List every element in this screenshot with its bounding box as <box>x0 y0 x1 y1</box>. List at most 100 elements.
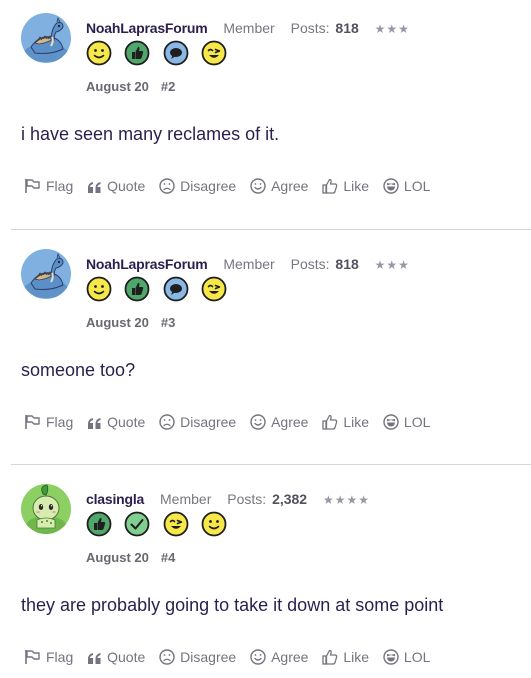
agree-button[interactable]: Agree <box>250 414 308 430</box>
thumbs-up-badge-icon[interactable] <box>124 40 150 66</box>
thumbs-up-badge-icon[interactable] <box>124 276 150 302</box>
agree-label: Agree <box>271 178 309 194</box>
wink-badge-icon[interactable] <box>163 511 189 537</box>
agree-label: Agree <box>271 414 309 430</box>
laugh-icon <box>383 178 399 194</box>
quote-icon <box>88 653 101 664</box>
laugh-icon <box>383 414 399 430</box>
wink-badge-icon[interactable] <box>201 276 227 302</box>
quote-button[interactable]: Quote <box>87 649 145 665</box>
like-button[interactable]: Like <box>322 178 369 194</box>
rank-stars: ★★★★ <box>323 493 371 507</box>
quote-icon <box>88 418 101 429</box>
speech-bubble-badge-icon[interactable] <box>163 276 189 302</box>
like-button[interactable]: Like <box>322 414 369 430</box>
posts-label: Posts: <box>227 491 267 507</box>
agree-button[interactable]: Agree <box>250 649 308 665</box>
post-date-link[interactable]: August 20 <box>86 79 149 94</box>
flag-label: Flag <box>46 178 74 194</box>
badge-row <box>86 276 235 302</box>
quote-label: Quote <box>107 178 146 194</box>
like-label: Like <box>343 178 370 194</box>
post-meta: August 20 #2 <box>86 79 175 94</box>
chikorita-avatar-icon <box>21 484 71 534</box>
thumbs-up-badge-icon[interactable] <box>86 511 112 537</box>
posts-count: 818 <box>335 256 359 272</box>
avatar[interactable] <box>21 13 71 63</box>
flag-icon <box>25 179 40 193</box>
user-info: NoahLaprasForum Member Posts: 818 ★★★ <box>86 256 410 272</box>
disagree-label: Disagree <box>180 649 237 665</box>
username-link[interactable]: NoahLaprasForum <box>86 20 208 36</box>
post-meta: August 20 #4 <box>86 550 175 565</box>
flag-button[interactable]: Flag <box>24 649 73 665</box>
frown-icon <box>159 649 175 665</box>
post-number-link[interactable]: #4 <box>161 550 175 565</box>
post-content: someone too? <box>21 360 136 380</box>
post-divider <box>11 229 531 230</box>
quote-button[interactable]: Quote <box>87 178 145 194</box>
like-button[interactable]: Like <box>322 649 369 665</box>
username-link[interactable]: NoahLaprasForum <box>86 256 208 272</box>
disagree-button[interactable]: Disagree <box>159 649 236 665</box>
thumbs-up-icon <box>322 178 338 194</box>
user-role: Member <box>223 256 275 272</box>
post-actions: Flag Quote Disagree Agree Like LOL <box>24 414 440 434</box>
checkmark-badge-icon[interactable] <box>124 511 150 537</box>
agree-button[interactable]: Agree <box>250 178 308 194</box>
disagree-label: Disagree <box>180 178 237 194</box>
lol-label: LOL <box>403 649 431 665</box>
user-role: Member <box>160 491 212 507</box>
post-actions: Flag Quote Disagree Agree Like LOL <box>24 649 440 669</box>
flag-label: Flag <box>46 414 74 430</box>
flag-icon <box>25 415 40 429</box>
lol-button[interactable]: LOL <box>383 649 430 665</box>
thumbs-up-icon <box>322 649 338 665</box>
smile-badge-icon[interactable] <box>201 511 227 537</box>
quote-label: Quote <box>107 649 146 665</box>
disagree-button[interactable]: Disagree <box>159 414 236 430</box>
like-label: Like <box>343 414 370 430</box>
rank-stars: ★★★ <box>374 22 410 36</box>
lapras-avatar-icon <box>21 13 71 63</box>
frown-icon <box>159 178 175 194</box>
post-meta: August 20 #3 <box>86 315 175 330</box>
post-content: they are probably going to take it down … <box>21 595 444 615</box>
user-info: NoahLaprasForum Member Posts: 818 ★★★ <box>86 20 410 36</box>
smile-icon <box>250 649 266 665</box>
flag-label: Flag <box>46 649 74 665</box>
lol-button[interactable]: LOL <box>383 178 430 194</box>
lol-button[interactable]: LOL <box>383 414 430 430</box>
post-date-link[interactable]: August 20 <box>86 315 149 330</box>
quote-button[interactable]: Quote <box>87 414 145 430</box>
smile-icon <box>250 178 266 194</box>
flag-button[interactable]: Flag <box>24 414 73 430</box>
badge-row <box>86 511 235 537</box>
rank-stars: ★★★ <box>374 258 410 272</box>
posts-label: Posts: <box>290 256 330 272</box>
avatar[interactable] <box>21 249 71 299</box>
wink-badge-icon[interactable] <box>201 40 227 66</box>
posts-count: 818 <box>335 20 359 36</box>
post-actions: Flag Quote Disagree Agree Like LOL <box>24 178 440 198</box>
disagree-button[interactable]: Disagree <box>159 178 236 194</box>
frown-icon <box>159 414 175 430</box>
smile-badge-icon[interactable] <box>86 40 112 66</box>
avatar[interactable] <box>21 484 71 534</box>
speech-bubble-badge-icon[interactable] <box>163 40 189 66</box>
badge-row <box>86 40 235 66</box>
username-link[interactable]: clasingla <box>86 491 144 507</box>
user-info: clasingla Member Posts: 2,382 ★★★★ <box>86 491 370 507</box>
quote-icon <box>88 182 101 193</box>
post-divider <box>11 464 531 465</box>
user-role: Member <box>223 20 275 36</box>
post-number-link[interactable]: #2 <box>161 79 175 94</box>
like-label: Like <box>343 649 370 665</box>
post-date-link[interactable]: August 20 <box>86 550 149 565</box>
posts-count: 2,382 <box>272 491 308 507</box>
flag-button[interactable]: Flag <box>24 178 73 194</box>
post-number-link[interactable]: #3 <box>161 315 175 330</box>
smile-icon <box>250 414 266 430</box>
thumbs-up-icon <box>322 414 338 430</box>
smile-badge-icon[interactable] <box>86 276 112 302</box>
